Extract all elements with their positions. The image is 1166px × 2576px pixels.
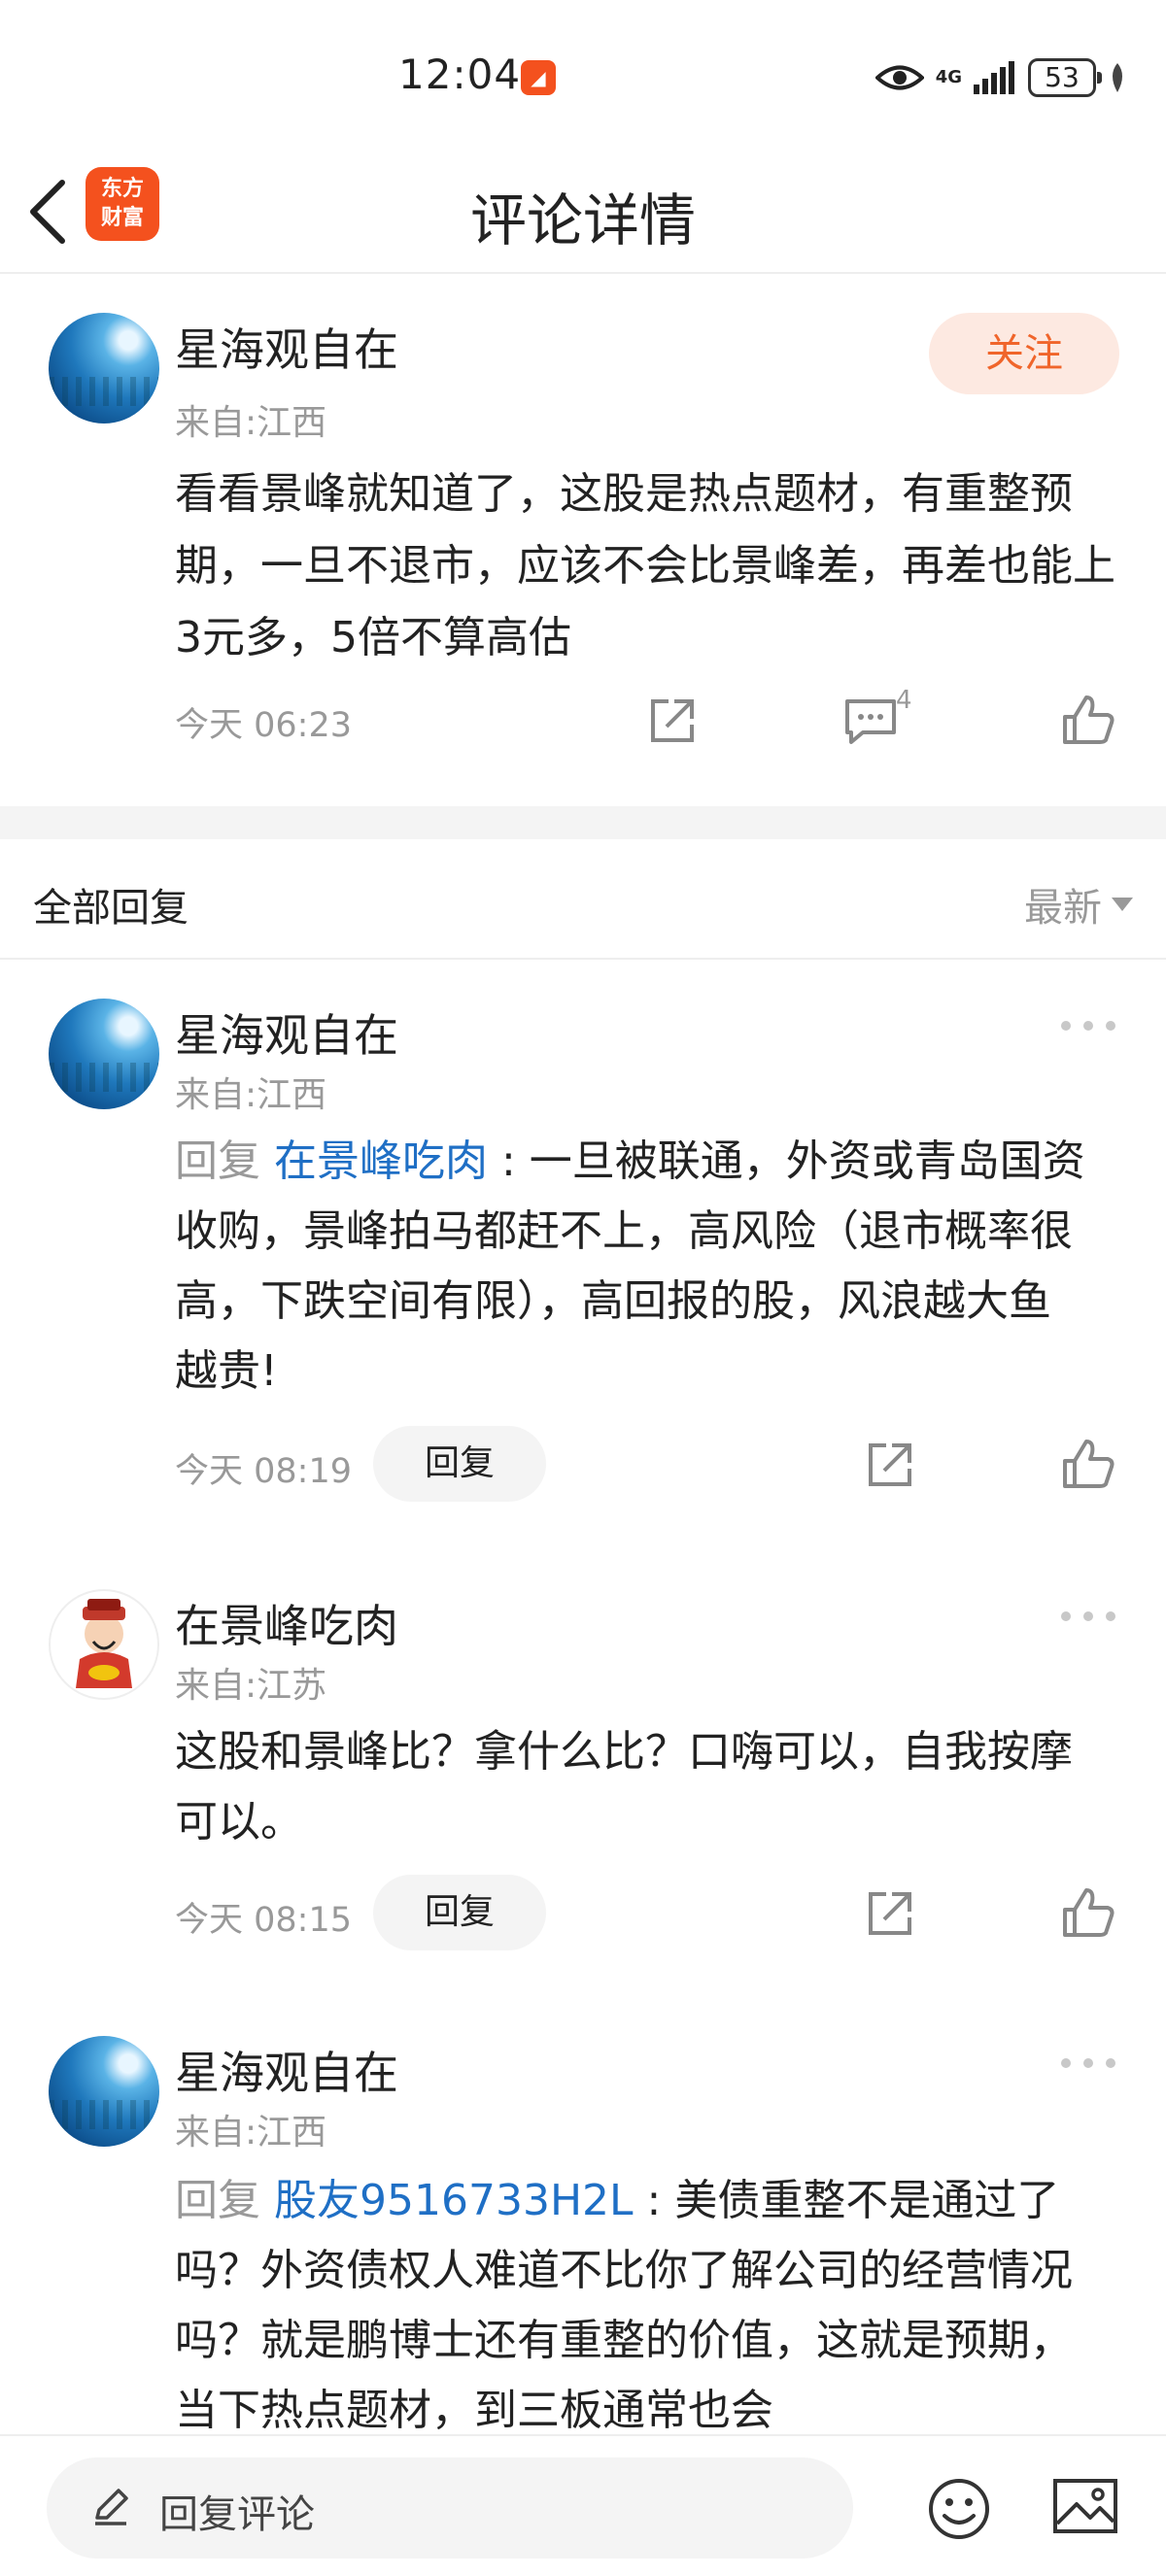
emoji-button[interactable] bbox=[925, 2475, 993, 2543]
author-name[interactable]: 星海观自在 bbox=[175, 1000, 398, 1065]
app-notification-icon: ◢ bbox=[521, 60, 556, 95]
author-location: 来自:江西 bbox=[175, 1075, 327, 1115]
avatar[interactable] bbox=[49, 999, 159, 1109]
leaf-icon bbox=[1113, 63, 1122, 92]
mention-link[interactable]: 股友9516733H2L bbox=[274, 2176, 634, 2225]
reply-time: 今天 08:19 bbox=[175, 1452, 352, 1491]
signal-icon bbox=[974, 61, 1014, 94]
reply-item: 星海观自在 来自:江西 回复 在景峰吃肉 : 一旦被联通，外资或青岛国资收购，景… bbox=[0, 960, 1166, 1523]
battery-indicator: 53 bbox=[1028, 58, 1102, 97]
share-icon[interactable] bbox=[861, 1436, 919, 1494]
eye-icon bbox=[874, 65, 924, 90]
reply-input[interactable]: 回复评论 bbox=[47, 2457, 853, 2559]
like-icon[interactable] bbox=[1059, 692, 1117, 750]
author-location: 来自:江苏 bbox=[175, 1666, 327, 1706]
status-icons: 4G 53 bbox=[874, 56, 1127, 99]
reply-text: 回复 在景峰吃肉 : 一旦被联通，外资或青岛国资收购，景峰拍马都赶不上，高风险（… bbox=[175, 1136, 1085, 1396]
reply-button[interactable]: 回复 bbox=[373, 1875, 546, 1950]
reply-button[interactable]: 回复 bbox=[373, 1426, 546, 1502]
avatar[interactable] bbox=[49, 2036, 159, 2147]
sort-label: 最新 bbox=[1024, 886, 1102, 931]
mention-link[interactable]: 在景峰吃肉 bbox=[274, 1136, 488, 1186]
reply-placeholder: 回复评论 bbox=[159, 2492, 315, 2537]
sort-dropdown[interactable]: 最新 bbox=[1024, 876, 1133, 932]
status-bar: 12:04 ◢ 4G 53 bbox=[0, 0, 1166, 155]
triangle-down-icon bbox=[1112, 898, 1133, 911]
share-icon[interactable] bbox=[861, 1884, 919, 1943]
section-title: 全部回复 bbox=[33, 886, 189, 931]
bottom-input-bar: 回复评论 bbox=[0, 2434, 1166, 2576]
page-title: 评论详情 bbox=[469, 187, 696, 254]
author-location: 来自:江西 bbox=[175, 2113, 327, 2152]
nav-header: 东方 财富 评论详情 bbox=[0, 155, 1166, 274]
author-name[interactable]: 星海观自在 bbox=[175, 315, 398, 379]
image-button[interactable] bbox=[1051, 2477, 1119, 2535]
image-icon bbox=[1053, 2479, 1117, 2533]
like-icon[interactable] bbox=[1059, 1436, 1117, 1494]
more-options-button[interactable] bbox=[1061, 1016, 1115, 1035]
main-comment: 星海观自在 来自:江西 关注 看看景峰就知道了，这股是热点题材，有重整预期，一旦… bbox=[0, 274, 1166, 806]
author-name[interactable]: 星海观自在 bbox=[175, 2038, 398, 2102]
reply-item: 星海观自在 来自:江西 回复 股友9516733H2L : 美债重整不是通过了吗… bbox=[0, 2009, 1166, 2434]
avatar[interactable] bbox=[49, 1589, 159, 1700]
avatar[interactable] bbox=[49, 313, 159, 424]
share-icon[interactable] bbox=[643, 692, 702, 750]
more-options-button[interactable] bbox=[1061, 2053, 1115, 2073]
comment-icon[interactable] bbox=[841, 692, 900, 750]
status-time: 12:04 bbox=[398, 51, 522, 98]
reply-text: 回复 股友9516733H2L : 美债重整不是通过了吗？外资债权人难道不比你了… bbox=[175, 2176, 1073, 2434]
follow-button[interactable]: 关注 bbox=[929, 313, 1119, 394]
section-divider bbox=[0, 806, 1166, 839]
replies-header: 全部回复 最新 bbox=[0, 839, 1166, 960]
author-location: 来自:江西 bbox=[175, 403, 327, 443]
reply-count: 4 bbox=[896, 686, 912, 715]
fortune-god-icon bbox=[76, 1599, 132, 1688]
comment-text: 看看景峰就知道了，这股是热点题材，有重整预期，一旦不退市，应该不会比景峰差，再差… bbox=[175, 469, 1115, 662]
reply-time: 今天 08:15 bbox=[175, 1901, 352, 1940]
more-options-button[interactable] bbox=[1061, 1607, 1115, 1626]
like-icon[interactable] bbox=[1059, 1884, 1117, 1943]
smiley-icon bbox=[929, 2479, 989, 2539]
pencil-icon bbox=[95, 2489, 128, 2525]
reply-item: 在景峰吃肉 来自:江苏 这股和景峰比？拿什么比？口嗨可以，自我按摩可以。 今天 … bbox=[0, 1562, 1166, 2009]
comment-time: 今天 06:23 bbox=[175, 706, 352, 745]
network-label: 4G bbox=[935, 67, 962, 87]
reply-text: 这股和景峰比？拿什么比？口嗨可以，自我按摩可以。 bbox=[175, 1727, 1073, 1847]
author-name[interactable]: 在景峰吃肉 bbox=[175, 1591, 398, 1655]
